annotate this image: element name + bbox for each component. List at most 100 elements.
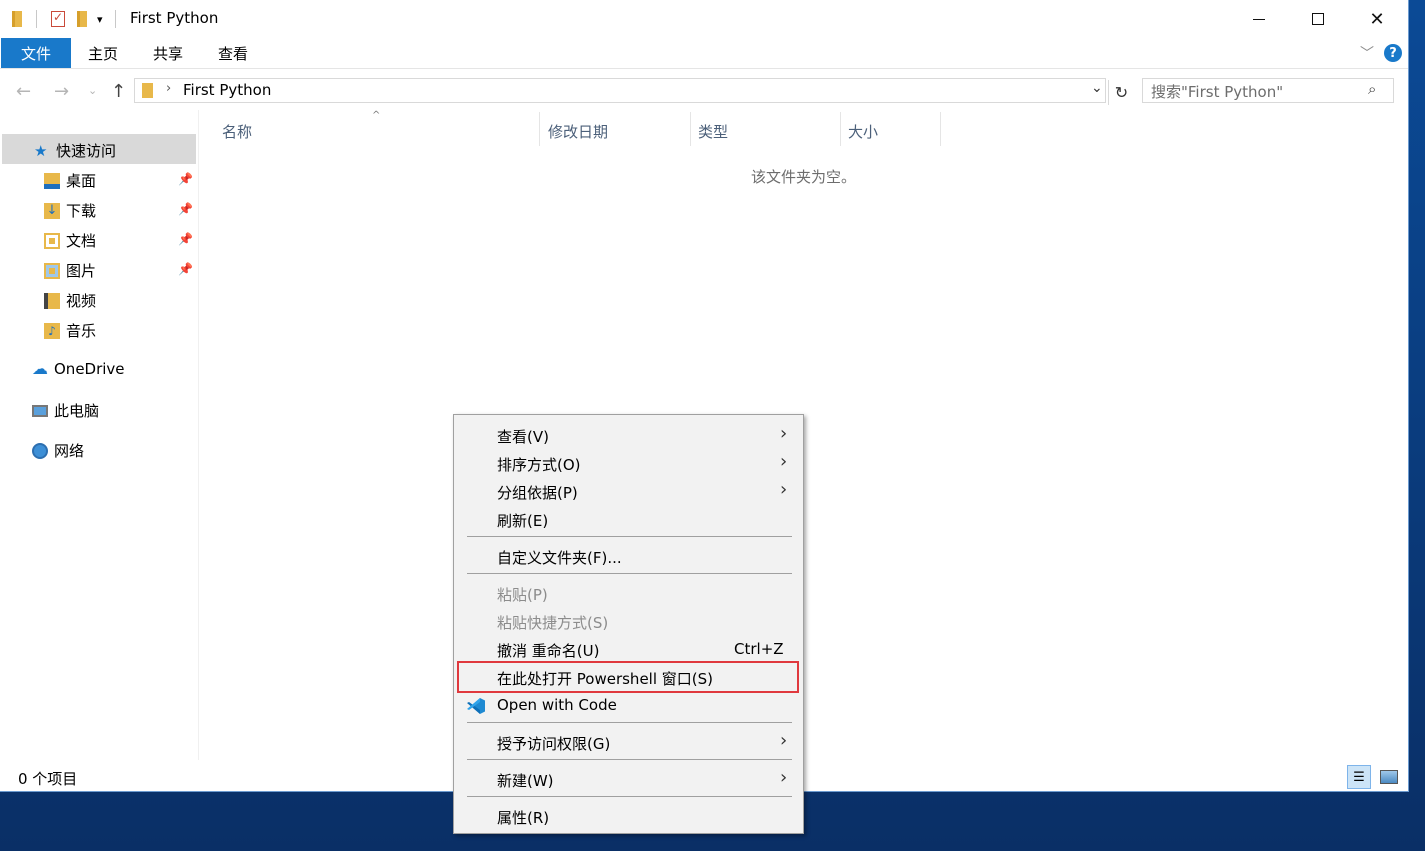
- menu-item-sort-by[interactable]: 排序方式(O): [497, 454, 581, 475]
- submenu-chevron-icon: ›: [780, 767, 788, 788]
- search-placeholder: 搜索"First Python": [1151, 83, 1284, 101]
- menu-item-open-powershell[interactable]: 在此处打开 Powershell 窗口(S): [497, 668, 713, 689]
- vscode-icon: [467, 698, 485, 714]
- tab-view[interactable]: 查看: [208, 38, 258, 68]
- network-icon: [32, 442, 48, 459]
- column-divider[interactable]: [690, 112, 691, 146]
- submenu-chevron-icon: ›: [780, 730, 788, 751]
- minimize-icon: [1253, 18, 1265, 20]
- menu-item-refresh[interactable]: 刷新(E): [497, 510, 548, 531]
- address-dropdown-icon[interactable]: ⌄: [1091, 80, 1103, 96]
- nav-item-music[interactable]: ♪ 音乐: [44, 320, 96, 341]
- expand-ribbon-icon[interactable]: ﹀: [1360, 43, 1374, 63]
- recent-locations-icon[interactable]: ⌄: [88, 84, 97, 97]
- nav-item-downloads[interactable]: ↓ 下载: [44, 200, 96, 221]
- submenu-chevron-icon: ›: [780, 423, 788, 444]
- folder-icon: [142, 83, 153, 98]
- context-menu: 查看(V) › 排序方式(O) › 分组依据(P) › 刷新(E) 自定义文件夹…: [453, 414, 804, 834]
- nav-item-label: 桌面: [66, 172, 97, 190]
- nav-onedrive-label: OneDrive: [54, 360, 125, 378]
- nav-item-videos[interactable]: 视频: [44, 290, 96, 311]
- properties-icon[interactable]: [51, 10, 65, 27]
- up-arrow-icon[interactable]: ↑: [111, 81, 126, 102]
- folder-icon: [12, 11, 22, 27]
- nav-item-pictures[interactable]: 图片: [44, 260, 96, 281]
- large-icons-view-icon: [1380, 770, 1398, 784]
- back-arrow-icon[interactable]: ←: [16, 81, 31, 102]
- menu-item-paste-shortcut: 粘贴快捷方式(S): [497, 614, 609, 632]
- nav-item-label: 音乐: [66, 322, 97, 340]
- address-bar[interactable]: [134, 78, 1106, 103]
- pin-icon[interactable]: 📌: [178, 262, 193, 276]
- nav-quick-access[interactable]: ★ 快速访问: [34, 140, 116, 161]
- nav-onedrive[interactable]: ☁ OneDrive: [32, 360, 125, 378]
- star-icon: ★: [34, 141, 48, 160]
- nav-quick-access-label: 快速访问: [56, 142, 117, 160]
- nav-item-desktop[interactable]: 桌面: [44, 170, 96, 191]
- pin-icon[interactable]: 📌: [178, 172, 193, 186]
- status-item-count: 0 个项目: [18, 770, 78, 788]
- nav-item-label: 视频: [66, 292, 97, 310]
- videos-folder-icon: [44, 292, 60, 309]
- nav-item-label: 图片: [66, 262, 97, 280]
- new-folder-icon[interactable]: [77, 11, 87, 27]
- title-bar: ▾ First Python ✕: [0, 0, 1408, 38]
- maximize-button[interactable]: [1289, 0, 1347, 38]
- minimize-button[interactable]: [1230, 0, 1288, 38]
- pictures-folder-icon: [44, 262, 60, 279]
- menu-item-undo-rename[interactable]: 撤消 重命名(U): [497, 640, 599, 661]
- menu-separator: [467, 796, 792, 797]
- column-divider[interactable]: [840, 112, 841, 146]
- nav-network[interactable]: 网络: [32, 440, 84, 461]
- large-icons-view-button[interactable]: [1377, 765, 1401, 789]
- menu-separator: [467, 759, 792, 760]
- tab-share[interactable]: 共享: [143, 38, 193, 68]
- column-header-name[interactable]: 名称: [222, 121, 252, 142]
- tab-home[interactable]: 主页: [78, 38, 128, 68]
- toolbar-divider: [36, 10, 37, 28]
- nav-this-pc[interactable]: 此电脑: [32, 400, 99, 421]
- nav-network-label: 网络: [54, 442, 85, 460]
- menu-item-new[interactable]: 新建(W): [497, 770, 554, 791]
- empty-folder-message: 该文件夹为空。: [751, 168, 857, 186]
- search-icon[interactable]: ⌕: [1368, 80, 1376, 98]
- nav-item-documents[interactable]: 文档: [44, 230, 96, 251]
- pin-icon[interactable]: 📌: [178, 202, 193, 216]
- close-button[interactable]: ✕: [1348, 0, 1406, 38]
- menu-separator: [467, 573, 792, 574]
- computer-icon: [32, 404, 48, 417]
- column-header-type[interactable]: 类型: [698, 121, 728, 142]
- details-view-button[interactable]: ☰: [1347, 765, 1371, 789]
- downloads-folder-icon: ↓: [44, 202, 60, 219]
- menu-item-view[interactable]: 查看(V): [497, 426, 549, 447]
- column-header-date-modified[interactable]: 修改日期: [548, 121, 608, 142]
- breadcrumb-chevron-icon[interactable]: ›: [166, 81, 171, 96]
- column-header-size[interactable]: 大小: [848, 121, 878, 142]
- submenu-chevron-icon: ›: [780, 451, 788, 472]
- undo-shortcut-hint: Ctrl+Z: [734, 640, 784, 658]
- menu-item-paste: 粘贴(P): [497, 586, 548, 604]
- menu-item-open-with-code[interactable]: Open with Code: [497, 696, 617, 714]
- window-title: First Python: [130, 9, 219, 27]
- documents-folder-icon: [44, 232, 60, 249]
- menu-item-customize-folder[interactable]: 自定义文件夹(F)...: [497, 547, 622, 568]
- menu-item-give-access[interactable]: 授予访问权限(G): [497, 733, 610, 754]
- column-divider[interactable]: [539, 112, 540, 146]
- pane-divider[interactable]: [198, 110, 199, 760]
- close-icon: ✕: [1369, 8, 1385, 30]
- refresh-icon[interactable]: ↻: [1108, 80, 1134, 105]
- cloud-icon: ☁: [32, 359, 48, 378]
- menu-item-group-by[interactable]: 分组依据(P): [497, 482, 578, 503]
- tab-file[interactable]: 文件: [1, 38, 71, 68]
- column-divider[interactable]: [940, 112, 941, 146]
- forward-arrow-icon[interactable]: →: [54, 81, 69, 102]
- menu-separator: [467, 536, 792, 537]
- help-icon[interactable]: ?: [1384, 44, 1402, 62]
- music-folder-icon: ♪: [44, 322, 60, 339]
- customize-toolbar-icon[interactable]: ▾: [97, 13, 103, 26]
- desktop-folder-icon: [44, 172, 60, 189]
- menu-item-properties[interactable]: 属性(R): [497, 807, 549, 828]
- pin-icon[interactable]: 📌: [178, 232, 193, 246]
- breadcrumb-current[interactable]: First Python: [183, 81, 271, 99]
- quick-access-toolbar: ▾: [12, 9, 116, 29]
